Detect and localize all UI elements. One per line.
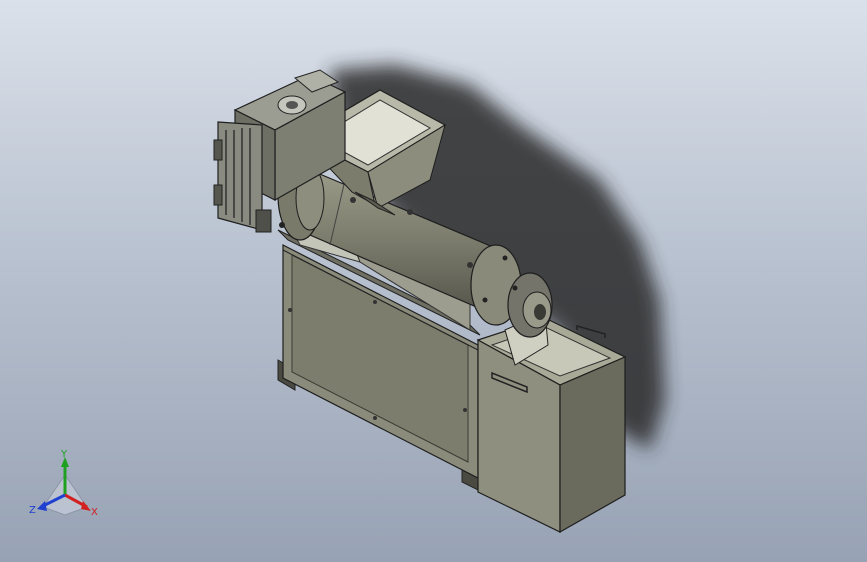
z-axis-label: Z <box>29 505 36 516</box>
y-axis-label: Y <box>60 449 68 460</box>
collection-tank <box>476 317 627 534</box>
x-axis-label: X <box>91 507 98 518</box>
coordinate-triad[interactable]: Y X Z <box>25 445 105 525</box>
screw-press-model[interactable] <box>0 0 867 562</box>
cad-3d-viewport[interactable]: Y X Z <box>0 0 867 562</box>
drive-motor <box>213 121 272 233</box>
